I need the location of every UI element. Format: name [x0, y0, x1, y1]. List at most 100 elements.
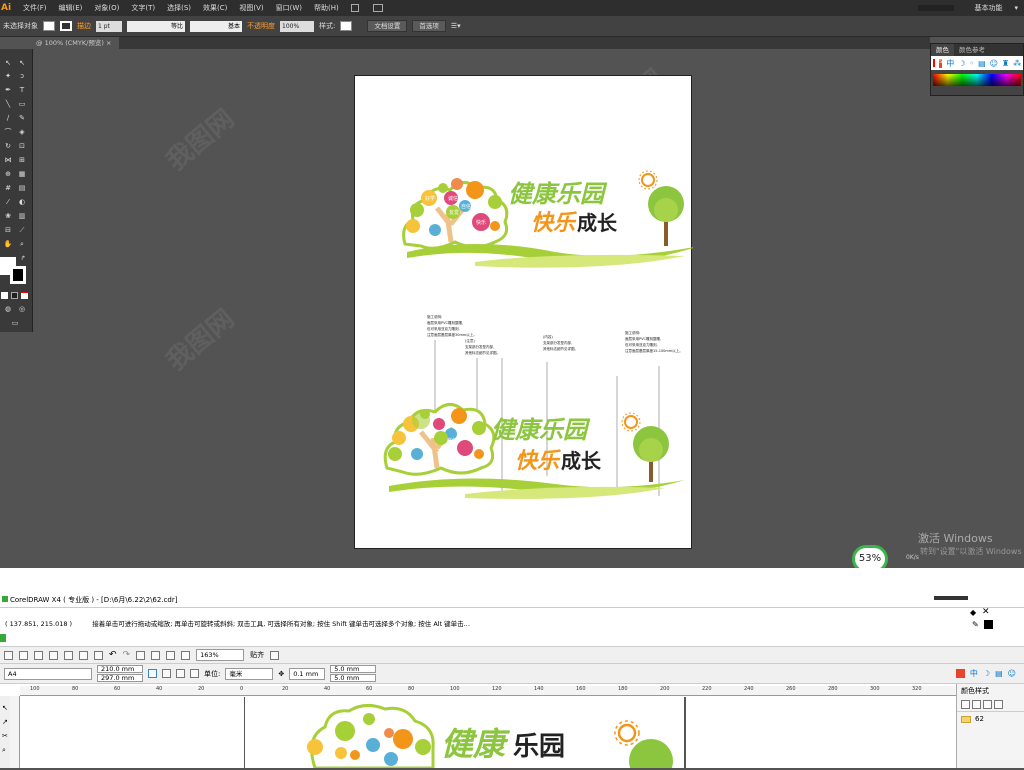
ime-grid-icon[interactable]: ⁂ [1013, 59, 1021, 68]
open-icon[interactable] [19, 650, 28, 660]
width-tool-icon[interactable]: ⋈ [3, 156, 13, 164]
pick-tool-icon[interactable]: ↖ [2, 704, 10, 712]
workspace-switcher[interactable]: 基本功能 [968, 0, 1008, 16]
zoom-level-field[interactable]: 163% [196, 649, 245, 661]
color-tab[interactable]: 颜色 [931, 44, 954, 56]
stroke-color-box[interactable] [10, 266, 26, 284]
artboard-tool-icon[interactable]: ⊟ [3, 226, 13, 234]
magic-wand-tool-icon[interactable]: ✦ [3, 72, 13, 80]
type-tool-icon[interactable]: T [17, 86, 27, 94]
vertical-ruler[interactable] [10, 696, 20, 768]
gradient-tool-icon[interactable]: ▤ [17, 184, 27, 192]
symbol-sprayer-tool-icon[interactable]: ❀ [3, 212, 13, 220]
portrait-icon[interactable] [148, 669, 157, 678]
selection-tool-icon[interactable]: ↖ [3, 59, 13, 67]
menu-window[interactable]: 窗口(W) [270, 0, 308, 16]
crop-tool-icon[interactable]: ✂ [2, 732, 10, 740]
zoom-tool-icon[interactable]: ⌕ [2, 746, 10, 755]
draw-behind-icon[interactable]: ◎ [17, 305, 27, 313]
artboard[interactable]: 好学 诚信 自信 友爱 快乐 健康乐园 快乐 成长 施工说明: 面层采用PVC雕… [354, 75, 700, 549]
menu-type[interactable]: 文字(T) [125, 0, 161, 16]
horizontal-ruler[interactable]: 100 80 60 40 20 0 20 40 60 80 100 120 140 160 180 200 22… [20, 686, 956, 696]
draw-mode-icon[interactable]: ◍ [3, 305, 13, 313]
opacity-label[interactable]: 不透明度 [247, 21, 275, 31]
blob-brush-tool-icon[interactable]: ⌒ [3, 128, 13, 136]
color-spectrum[interactable] [933, 74, 1021, 86]
eyedropper-tool-icon[interactable]: ⁄ [3, 198, 13, 206]
document-setup-button[interactable]: 文档设置 [367, 20, 408, 32]
docker-item[interactable]: 62 [975, 715, 984, 723]
scale-tool-icon[interactable]: ⊡ [17, 142, 27, 150]
menu-object[interactable]: 对象(O) [88, 0, 125, 16]
cdr-window-buttons[interactable] [934, 596, 968, 600]
all-pages-icon[interactable] [176, 669, 185, 678]
new-style-icon[interactable] [961, 700, 970, 709]
redo-icon[interactable]: ↷ [123, 650, 131, 660]
fill-swatch[interactable] [43, 21, 55, 31]
slice-tool-icon[interactable]: ⟋ [17, 226, 27, 234]
line-tool-icon[interactable]: ╲ [3, 100, 13, 108]
ime-keyboard-icon[interactable]: ▤ [978, 59, 986, 68]
copy-icon[interactable] [79, 650, 88, 660]
lasso-tool-icon[interactable]: ↄ [17, 72, 27, 80]
swap-colors-icon[interactable]: ↱ [18, 255, 28, 263]
pen-tool-icon[interactable]: ✒ [3, 86, 13, 94]
color-mode-icon[interactable] [1, 292, 8, 299]
page-width-field[interactable]: 210.0 mm [97, 665, 143, 673]
stroke-label[interactable]: 描边 [77, 21, 91, 31]
graphic-style-swatch[interactable] [340, 21, 353, 31]
delete-style-icon[interactable] [994, 700, 1003, 709]
color-guide-tab[interactable]: 颜色参考 [954, 44, 990, 56]
stroke-weight-field[interactable]: 1 pt [96, 20, 122, 32]
save-icon[interactable] [34, 650, 43, 660]
brush-definition[interactable]: 基本 [190, 20, 242, 32]
fill-tool-icon[interactable]: ◆ [970, 608, 976, 617]
perspective-grid-tool-icon[interactable]: ▦ [17, 170, 27, 178]
duplicate-y-field[interactable]: 5.0 mm [330, 674, 377, 682]
stroke-swatch[interactable] [60, 21, 72, 31]
menu-select[interactable]: 选择(S) [161, 0, 197, 16]
workspace-chevron-icon[interactable]: ▾ [1014, 4, 1018, 12]
options-icon[interactable] [270, 650, 280, 660]
paste-icon[interactable] [94, 650, 103, 660]
shape-tool-icon[interactable]: ↗ [2, 718, 10, 726]
nudge-field[interactable]: 0.1 mm [289, 667, 326, 680]
free-transform-tool-icon[interactable]: ⊞ [17, 156, 27, 164]
landscape-icon[interactable] [162, 669, 171, 678]
units-select[interactable]: 毫米 [225, 667, 274, 680]
ime-keyboard-icon[interactable]: ▤ [995, 669, 1003, 678]
menu-view[interactable]: 视图(V) [233, 0, 269, 16]
zoom-tool-icon[interactable]: ⌕ [17, 240, 27, 248]
ime-chinese-icon[interactable]: 中 [946, 58, 954, 69]
import-icon[interactable] [136, 650, 146, 660]
none-swatch-icon[interactable] [933, 59, 935, 67]
ime-chinese-icon[interactable]: 中 [970, 668, 978, 679]
ime-user-icon[interactable]: ☺ [990, 59, 998, 68]
rectangle-tool-icon[interactable]: ▭ [17, 100, 27, 108]
mesh-tool-icon[interactable]: # [3, 184, 13, 192]
opacity-field[interactable]: 100% [280, 20, 314, 32]
column-graph-tool-icon[interactable]: ▥ [17, 212, 27, 220]
bridge-icon[interactable] [350, 4, 359, 12]
export-icon[interactable] [151, 650, 161, 660]
gradient-mode-icon[interactable] [11, 292, 18, 299]
no-fill-icon[interactable]: ✕ [982, 607, 990, 617]
ime-punct-icon[interactable]: ◦ [969, 59, 974, 68]
none-mode-icon[interactable] [21, 292, 28, 299]
print-icon[interactable] [49, 650, 58, 660]
blend-tool-icon[interactable]: ◐ [17, 198, 27, 206]
undo-icon[interactable]: ↶ [109, 650, 117, 660]
variable-width-profile[interactable]: 等比 [127, 20, 185, 32]
search-box[interactable] [918, 5, 955, 11]
hand-tool-icon[interactable]: ✋ [3, 240, 13, 248]
arrange-icon[interactable] [372, 4, 383, 12]
page-size-select[interactable]: A4 [4, 667, 92, 680]
ime-user-icon[interactable]: ☺ [1008, 669, 1016, 678]
preferences-button[interactable]: 首选项 [412, 20, 446, 32]
paintbrush-tool-icon[interactable]: ∕ [3, 114, 13, 122]
menu-file[interactable]: 文件(F) [17, 0, 53, 16]
ime-moon-icon[interactable]: ☽ [983, 669, 990, 678]
document-tab[interactable]: @ 100% (CMYK/预览) × [0, 37, 120, 49]
shape-builder-tool-icon[interactable]: ⊕ [3, 170, 13, 178]
ime-shirt-icon[interactable]: ♜ [1002, 59, 1009, 68]
